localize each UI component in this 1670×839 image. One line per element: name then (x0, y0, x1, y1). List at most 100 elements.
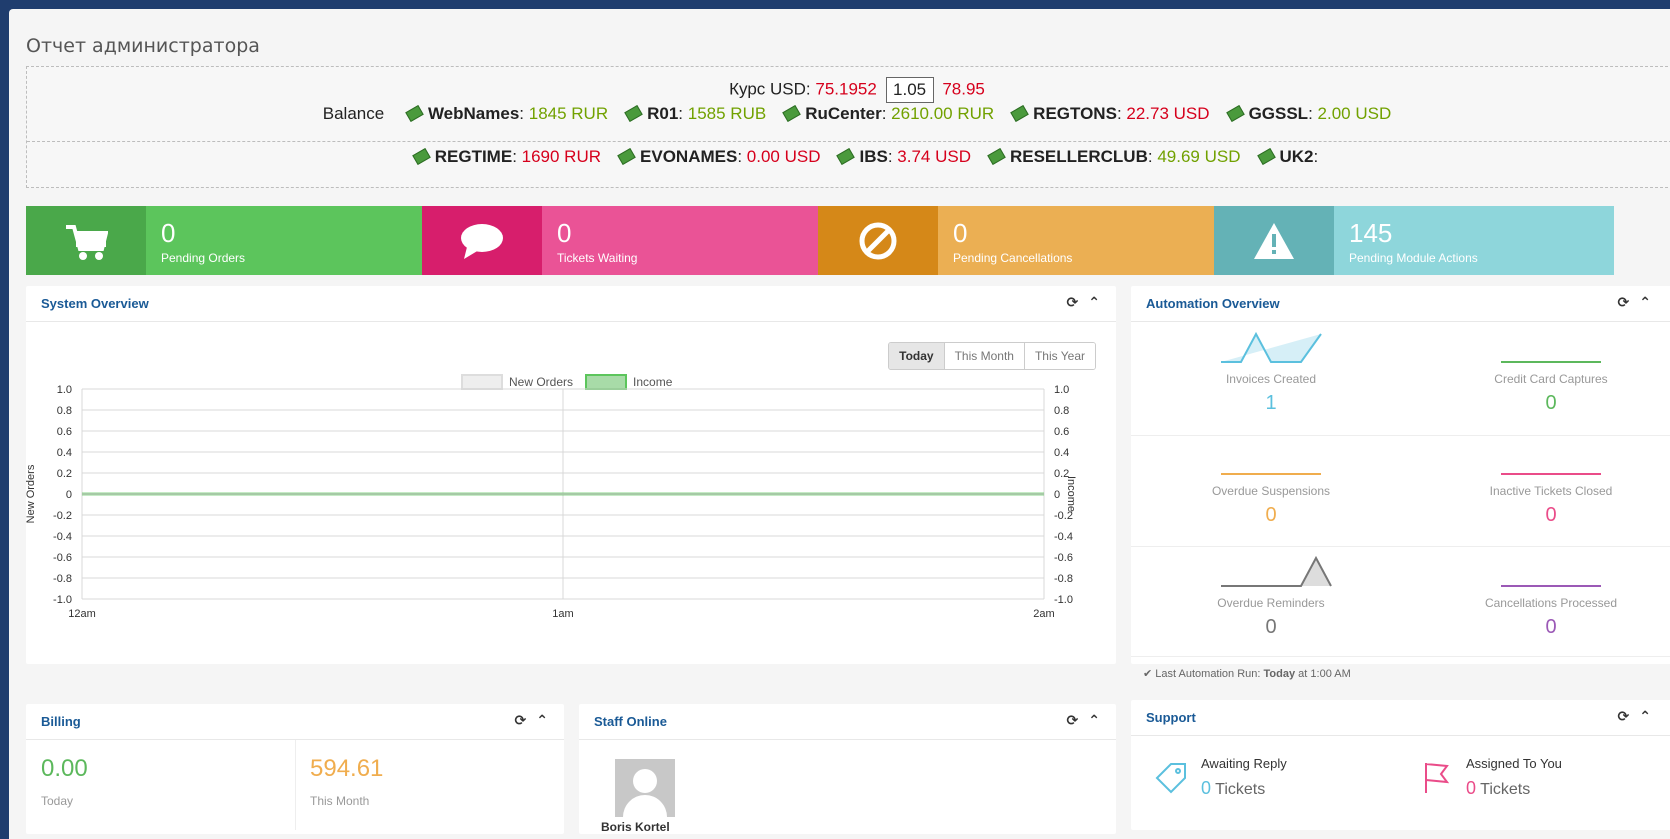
automation-item-label: Cancellations Processed (1411, 596, 1670, 610)
collapse-icon[interactable]: ⌃ (1639, 295, 1651, 311)
y2-axis-label: Income (1065, 476, 1077, 512)
stat-count: 0 (953, 218, 967, 249)
balance-registrar-name: R01 (647, 104, 678, 123)
avatar[interactable] (615, 759, 675, 817)
billing-today-value: 0.00 (41, 755, 88, 783)
y-tick-label: 1.0 (57, 384, 72, 396)
balance-value: 1585 RUB (688, 104, 766, 123)
automation-item-label: Inactive Tickets Closed (1411, 484, 1670, 498)
awaiting-reply-title[interactable]: Awaiting Reply (1201, 756, 1287, 771)
automation-item-label: Credit Card Captures (1411, 372, 1670, 386)
money-icon (987, 148, 1005, 165)
balance-row-2: REGTIME: 1690 RUREVONAMES: 0.00 USDIBS: … (27, 147, 1670, 167)
ban-icon (818, 206, 938, 275)
refresh-icon[interactable]: ⟳ (515, 713, 527, 729)
page-title: Отчет администратора (26, 35, 260, 57)
row-divider (1131, 435, 1670, 436)
balance-value: 1690 RUR (522, 147, 601, 166)
x-tick-label: 2am (1033, 608, 1054, 620)
balance-value: 49.69 USD (1157, 147, 1240, 166)
balance-registrar-name: IBS (859, 147, 887, 166)
automation-overview-panel: Automation Overview ⟳⌃ Invoices Created1… (1131, 286, 1670, 664)
usd-rate-result: 78.95 (942, 79, 985, 98)
assigned-unit: Tickets (1480, 781, 1530, 798)
stat-card-pending-cancellations[interactable]: 0 Pending Cancellations (818, 206, 1218, 275)
automation-item-label: Overdue Reminders (1131, 596, 1411, 610)
y2-tick-label: 1.0 (1054, 384, 1069, 396)
collapse-icon[interactable]: ⌃ (1088, 295, 1100, 311)
balance-value: 3.74 USD (897, 147, 971, 166)
y2-tick-label: -0.6 (1054, 552, 1073, 564)
assigned-to-you-title[interactable]: Assigned To You (1466, 756, 1562, 771)
awaiting-reply-count-line[interactable]: 0 Tickets (1201, 778, 1265, 799)
y-axis-label: New Orders (26, 464, 37, 523)
last-automation-run: ✔ Last Automation Run: Today at 1:00 AM (1143, 667, 1351, 680)
refresh-icon[interactable]: ⟳ (1067, 713, 1079, 729)
balance-item-ggssl: GGSSL: 2.00 USD (1228, 104, 1392, 124)
balance-item-regtime: REGTIME: 1690 RUR (414, 147, 601, 167)
awaiting-reply-count: 0 (1201, 778, 1211, 798)
billing-divider (295, 740, 296, 830)
usd-multiplier-input[interactable]: 1.05 (886, 77, 934, 103)
y-tick-label: 0.8 (57, 405, 72, 417)
stat-label: Tickets Waiting (557, 251, 637, 265)
flag-icon (1421, 760, 1451, 796)
automation-item-value: 0 (1411, 504, 1670, 527)
y2-tick-label: 0.6 (1054, 426, 1069, 438)
assigned-count-line[interactable]: 0 Tickets (1466, 778, 1530, 799)
staff-online-panel: Staff Online ⟳⌃ Boris Kortel (579, 704, 1116, 834)
balance-value: 2.00 USD (1318, 104, 1392, 123)
balance-registrar-name: REGTIME (435, 147, 512, 166)
balance-registrar-name: REGTONS (1033, 104, 1117, 123)
currency-balance-box: Курс USD: 75.1952 1.05 78.95 Balance Web… (26, 66, 1670, 188)
refresh-icon[interactable]: ⟳ (1618, 709, 1630, 725)
balance-registrar-name: EVONAMES (640, 147, 737, 166)
collapse-icon[interactable]: ⌃ (536, 713, 548, 729)
balance-value: 22.73 USD (1126, 104, 1209, 123)
panel-header: System Overview ⟳⌃ (26, 286, 1116, 322)
y2-tick-label: -0.8 (1054, 573, 1073, 585)
stat-card-pending-module-actions[interactable]: 145Pending Module Actions (1214, 206, 1614, 275)
stat-card-tickets-waiting[interactable]: 0Tickets Waiting (422, 206, 822, 275)
billing-month-value: 594.61 (310, 755, 383, 783)
y-tick-label: 0 (66, 489, 72, 501)
y-tick-label: -0.2 (53, 510, 72, 522)
panel-header: Automation Overview ⟳⌃ (1131, 286, 1670, 322)
separator: : (512, 147, 521, 166)
collapse-icon[interactable]: ⌃ (1639, 709, 1651, 725)
x-tick-label: 1am (552, 608, 573, 620)
collapse-icon[interactable]: ⌃ (1088, 713, 1100, 729)
sparkline (1201, 434, 1341, 480)
usd-rate-line: Курс USD: 75.1952 1.05 78.95 (27, 77, 1670, 103)
refresh-icon[interactable]: ⟳ (1618, 295, 1630, 311)
separator: : (678, 104, 687, 123)
y2-tick-label: 0.8 (1054, 405, 1069, 417)
stat-card-pending-orders[interactable]: 0Pending Orders (26, 206, 426, 275)
awaiting-reply-unit: Tickets (1215, 781, 1265, 798)
refresh-icon[interactable]: ⟳ (1067, 295, 1079, 311)
stat-label: Pending Cancellations (953, 251, 1072, 265)
y-tick-label: -0.4 (53, 531, 72, 543)
balance-registrar-name: UK2 (1280, 147, 1314, 166)
panel-header: Staff Online ⟳⌃ (579, 704, 1116, 740)
panel-tools: ⟳⌃ (1057, 295, 1100, 311)
chat-icon (422, 206, 542, 275)
automation-item-value: 0 (1131, 504, 1411, 527)
y-tick-label: 0.2 (57, 468, 72, 480)
balance-item-regtons: REGTONS: 22.73 USD (1012, 104, 1209, 124)
automation-item-overdue-suspensions: Overdue Suspensions0 (1131, 434, 1411, 539)
separator: : (882, 104, 891, 123)
billing-panel: Billing ⟳⌃ 0.00 Today 594.61 This Month (26, 704, 564, 834)
automation-item-label: Invoices Created (1131, 372, 1411, 386)
last-run-suffix: at 1:00 AM (1298, 668, 1351, 680)
balance-registrar-name: WebNames (428, 104, 519, 123)
balance-divider (27, 141, 1670, 142)
support-panel: Support ⟳⌃ Awaiting Reply 0 Tickets Assi… (1131, 700, 1670, 830)
separator: : (1148, 147, 1157, 166)
billing-month-label: This Month (310, 794, 369, 808)
balance-item-webnames: WebNames: 1845 RUR (407, 104, 608, 124)
balance-item-resellerclub: RESELLERCLUB: 49.69 USD (989, 147, 1241, 167)
check-circle-icon: ✔ (1143, 668, 1152, 680)
staff-name[interactable]: Boris Kortel (601, 820, 670, 834)
balance-item-uk2: UK2: (1259, 147, 1319, 167)
